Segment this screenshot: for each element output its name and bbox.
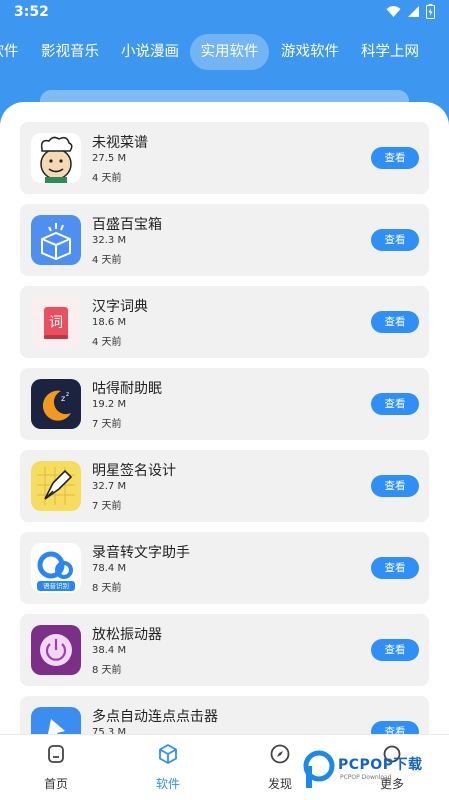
dictionary-icon: 词 bbox=[31, 297, 81, 347]
tab-novels-comics[interactable]: 小说漫画 bbox=[114, 34, 186, 70]
wifi-icon bbox=[386, 6, 401, 17]
app-size: 32.3 M bbox=[92, 235, 127, 246]
nav-home-label: 首页 bbox=[43, 777, 68, 791]
list-item[interactable]: 明星签名设计 32.7 M 7 天前 查看 bbox=[20, 450, 429, 522]
app-list: 未视菜谱 27.5 M 4 天前 查看 百盛百宝箱 32.3 M 4 天前 查看… bbox=[0, 102, 449, 800]
tab-software-partial[interactable]: 软件 bbox=[0, 34, 20, 70]
view-button[interactable]: 查看 bbox=[371, 475, 419, 497]
list-item[interactable]: 放松振动器 38.4 M 8 天前 查看 bbox=[20, 614, 429, 686]
watermark-logo: PCPOP下载 PCPOP Download bbox=[302, 748, 447, 792]
app-size: 38.4 M bbox=[92, 645, 127, 656]
view-button[interactable]: 查看 bbox=[371, 639, 419, 661]
list-item[interactable]: 未视菜谱 27.5 M 4 天前 查看 bbox=[20, 122, 429, 194]
view-button[interactable]: 查看 bbox=[371, 393, 419, 415]
software-cube-icon bbox=[159, 743, 177, 765]
voice-recognition-icon: 语音识别 bbox=[31, 543, 81, 593]
list-item[interactable]: 词 汉字词典 18.6 M 4 天前 查看 bbox=[20, 286, 429, 358]
chef-icon bbox=[31, 133, 81, 183]
nav-software-label: 软件 bbox=[155, 777, 180, 791]
svg-text:词: 词 bbox=[49, 315, 63, 331]
list-item[interactable]: 百盛百宝箱 32.3 M 4 天前 查看 bbox=[20, 204, 429, 276]
app-name: 明星签名设计 bbox=[92, 463, 176, 479]
watermark-icon bbox=[303, 750, 335, 788]
app-updated: 8 天前 bbox=[92, 665, 122, 676]
app-updated: 4 天前 bbox=[92, 255, 122, 266]
view-button[interactable]: 查看 bbox=[371, 147, 419, 169]
app-name: 多点自动连点点击器 bbox=[92, 709, 218, 725]
app-updated: 4 天前 bbox=[92, 173, 122, 184]
compass-icon bbox=[270, 744, 290, 764]
status-bar: 3:52 bbox=[0, 0, 449, 26]
battery-icon bbox=[426, 4, 435, 19]
nav-discover[interactable]: 发现 bbox=[250, 743, 310, 792]
app-name: 未视菜谱 bbox=[92, 135, 148, 151]
watermark-text: PCPOP下载 bbox=[338, 757, 423, 773]
svg-text:z: z bbox=[66, 391, 69, 398]
app-size: 19.2 M bbox=[92, 399, 127, 410]
signal-icon bbox=[408, 6, 419, 17]
app-updated: 4 天前 bbox=[92, 337, 122, 348]
app-name: 汉字词典 bbox=[92, 299, 148, 315]
tab-movies-music[interactable]: 影视音乐 bbox=[34, 34, 106, 70]
view-button[interactable]: 查看 bbox=[371, 311, 419, 333]
moon-sleep-icon: z z bbox=[31, 379, 81, 429]
view-button[interactable]: 查看 bbox=[371, 557, 419, 579]
tab-game-software[interactable]: 游戏软件 bbox=[274, 34, 346, 70]
toolbox-icon bbox=[31, 215, 81, 265]
app-name: 咕得耐助眠 bbox=[92, 381, 162, 397]
tab-vpn[interactable]: 科学上网 bbox=[354, 34, 426, 70]
watermark-subtext: PCPOP Download bbox=[340, 774, 392, 781]
app-name: 录音转文字助手 bbox=[92, 545, 190, 561]
app-updated: 7 天前 bbox=[92, 419, 122, 430]
list-item[interactable]: 语音识别 录音转文字助手 78.4 M 8 天前 查看 bbox=[20, 532, 429, 604]
svg-text:z: z bbox=[61, 394, 65, 403]
app-size: 78.4 M bbox=[92, 563, 127, 574]
nav-home[interactable]: 首页 bbox=[26, 743, 86, 792]
app-size: 27.5 M bbox=[92, 153, 127, 164]
nav-discover-label: 发现 bbox=[267, 777, 292, 791]
view-button[interactable]: 查看 bbox=[371, 229, 419, 251]
status-icons bbox=[386, 4, 435, 19]
app-name: 放松振动器 bbox=[92, 627, 162, 643]
app-size: 32.7 M bbox=[92, 481, 127, 492]
app-size: 18.6 M bbox=[92, 317, 127, 328]
tab-utility-software[interactable]: 实用软件 bbox=[190, 34, 269, 70]
pen-icon bbox=[31, 461, 81, 511]
app-name: 百盛百宝箱 bbox=[92, 217, 162, 233]
icon-caption: 语音识别 bbox=[43, 582, 69, 590]
home-icon bbox=[48, 745, 64, 763]
app-updated: 7 天前 bbox=[92, 501, 122, 512]
list-item[interactable]: z z 咕得耐助眠 19.2 M 7 天前 查看 bbox=[20, 368, 429, 440]
category-tabs: 软件 影视音乐 小说漫画 实用软件 游戏软件 科学上网 bbox=[0, 34, 449, 70]
app-updated: 8 天前 bbox=[92, 583, 122, 594]
power-icon bbox=[31, 625, 81, 675]
nav-software[interactable]: 软件 bbox=[138, 743, 198, 792]
status-time: 3:52 bbox=[14, 4, 49, 20]
